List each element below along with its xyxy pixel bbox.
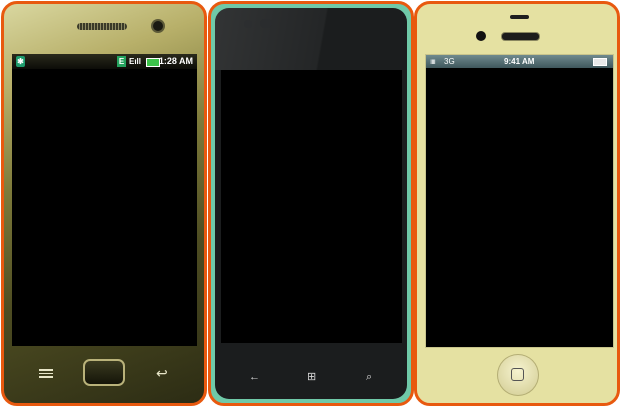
- iphone-frame: ıııı 3G 9:41 AM: [414, 1, 620, 406]
- iphone-screen[interactable]: ıııı 3G 9:41 AM: [425, 54, 614, 348]
- network-type-label: 3G: [444, 57, 455, 66]
- back-arrow-icon[interactable]: ←: [249, 372, 260, 383]
- menu-icon[interactable]: [39, 369, 53, 378]
- earpiece-speaker: [501, 32, 540, 41]
- battery-icon: [593, 58, 607, 66]
- proximity-sensor: [510, 15, 529, 19]
- front-camera: [244, 20, 252, 28]
- glass-reflection: [215, 8, 407, 70]
- home-square-icon: [511, 368, 524, 381]
- edge-network-icon: E: [117, 56, 126, 67]
- earpiece-speaker: [77, 23, 127, 30]
- android-status-bar: ✱ E Eıll 1:28 AM: [12, 54, 197, 69]
- light-sensor: [260, 19, 272, 28]
- android-screen[interactable]: ✱ E Eıll 1:28 AM: [12, 54, 197, 346]
- search-icon[interactable]: ⌕: [366, 372, 372, 383]
- front-camera: [476, 31, 486, 41]
- signal-strength-icon: Eıll: [129, 57, 142, 66]
- android-status-time: 1:28 AM: [158, 56, 193, 66]
- windows-screen[interactable]: [221, 70, 402, 343]
- windows-logo-icon[interactable]: ⊞: [307, 372, 316, 383]
- back-arrow-icon[interactable]: ↩: [156, 366, 168, 380]
- bluetooth-icon: ✱: [16, 56, 25, 67]
- signal-bars-icon: ıııı: [430, 57, 436, 66]
- front-camera: [153, 21, 163, 31]
- windows-phone-frame: ← ⊞ ⌕: [208, 1, 414, 406]
- iphone-status-bar: ıııı 3G 9:41 AM: [426, 55, 613, 68]
- home-button[interactable]: [83, 359, 125, 386]
- android-phone-frame: ✱ E Eıll 1:28 AM ↩: [1, 1, 207, 406]
- iphone-status-time: 9:41 AM: [504, 57, 535, 66]
